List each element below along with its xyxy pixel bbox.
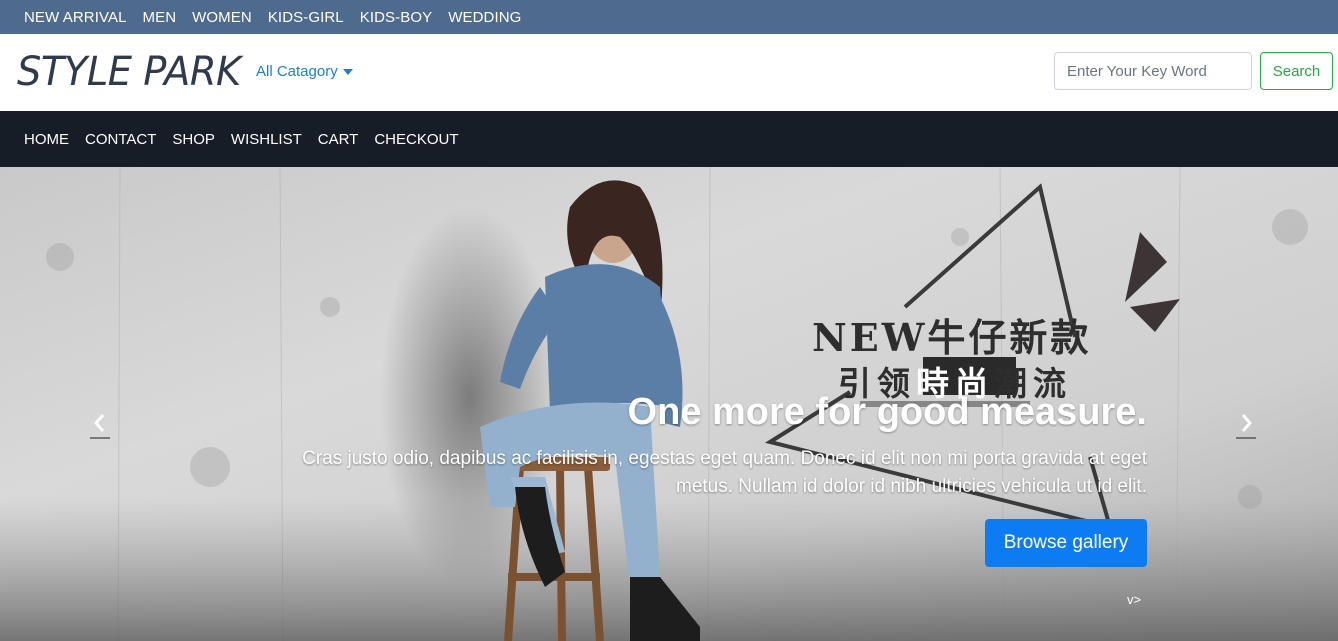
search-button[interactable]: Search bbox=[1260, 52, 1333, 90]
nav-link-checkout[interactable]: CHECKOUT bbox=[374, 131, 458, 148]
nav-link-kids-girl[interactable]: KIDS-GIRL bbox=[268, 9, 344, 26]
nav-link-wedding[interactable]: WEDDING bbox=[448, 9, 521, 26]
search-input[interactable] bbox=[1054, 52, 1252, 90]
nav-link-contact[interactable]: CONTACT bbox=[85, 131, 156, 148]
nav-link-home[interactable]: HOME bbox=[24, 131, 69, 148]
nav-link-shop[interactable]: SHOP bbox=[172, 131, 215, 148]
nav-link-kids-boy[interactable]: KIDS-BOY bbox=[360, 9, 432, 26]
carousel-next-control[interactable] bbox=[1234, 411, 1262, 439]
nav-link-men[interactable]: MEN bbox=[143, 9, 177, 26]
control-underline bbox=[1236, 437, 1256, 439]
control-underline bbox=[90, 437, 110, 439]
browse-gallery-button[interactable]: Browse gallery bbox=[985, 519, 1147, 567]
site-logo[interactable]: STYLE PARK bbox=[17, 49, 241, 95]
category-dropdown[interactable]: All Catagory bbox=[256, 63, 353, 80]
carousel-caption-title: One more for good measure. bbox=[627, 391, 1147, 433]
chevron-left-icon bbox=[94, 414, 105, 432]
nav-link-women[interactable]: WOMEN bbox=[192, 9, 252, 26]
banner-line-1: NEW牛仔新款 bbox=[812, 315, 1092, 360]
category-dropdown-label: All Catagory bbox=[256, 63, 338, 80]
nav-link-new-arrival[interactable]: NEW ARRIVAL bbox=[24, 9, 127, 26]
nav-link-wishlist[interactable]: WISHLIST bbox=[231, 131, 302, 148]
carousel-caption-text: Cras justo odio, dapibus ac facilisis in… bbox=[302, 448, 1147, 497]
brand-header: STYLE PARK All Catagory Search bbox=[0, 34, 1338, 111]
carousel-prev-control[interactable] bbox=[88, 411, 116, 439]
hero-carousel: NEW牛仔新款 引领時尚潮流 One more for good measure… bbox=[0, 167, 1338, 641]
stray-markup-text: v> bbox=[1127, 592, 1142, 607]
caret-down-icon bbox=[342, 69, 353, 75]
chevron-right-icon bbox=[1241, 414, 1252, 432]
main-nav: HOME CONTACT SHOP WISHLIST CART CHECKOUT bbox=[0, 111, 1338, 167]
top-category-nav: NEW ARRIVAL MEN WOMEN KIDS-GIRL KIDS-BOY… bbox=[0, 0, 1338, 34]
nav-link-cart[interactable]: CART bbox=[318, 131, 359, 148]
